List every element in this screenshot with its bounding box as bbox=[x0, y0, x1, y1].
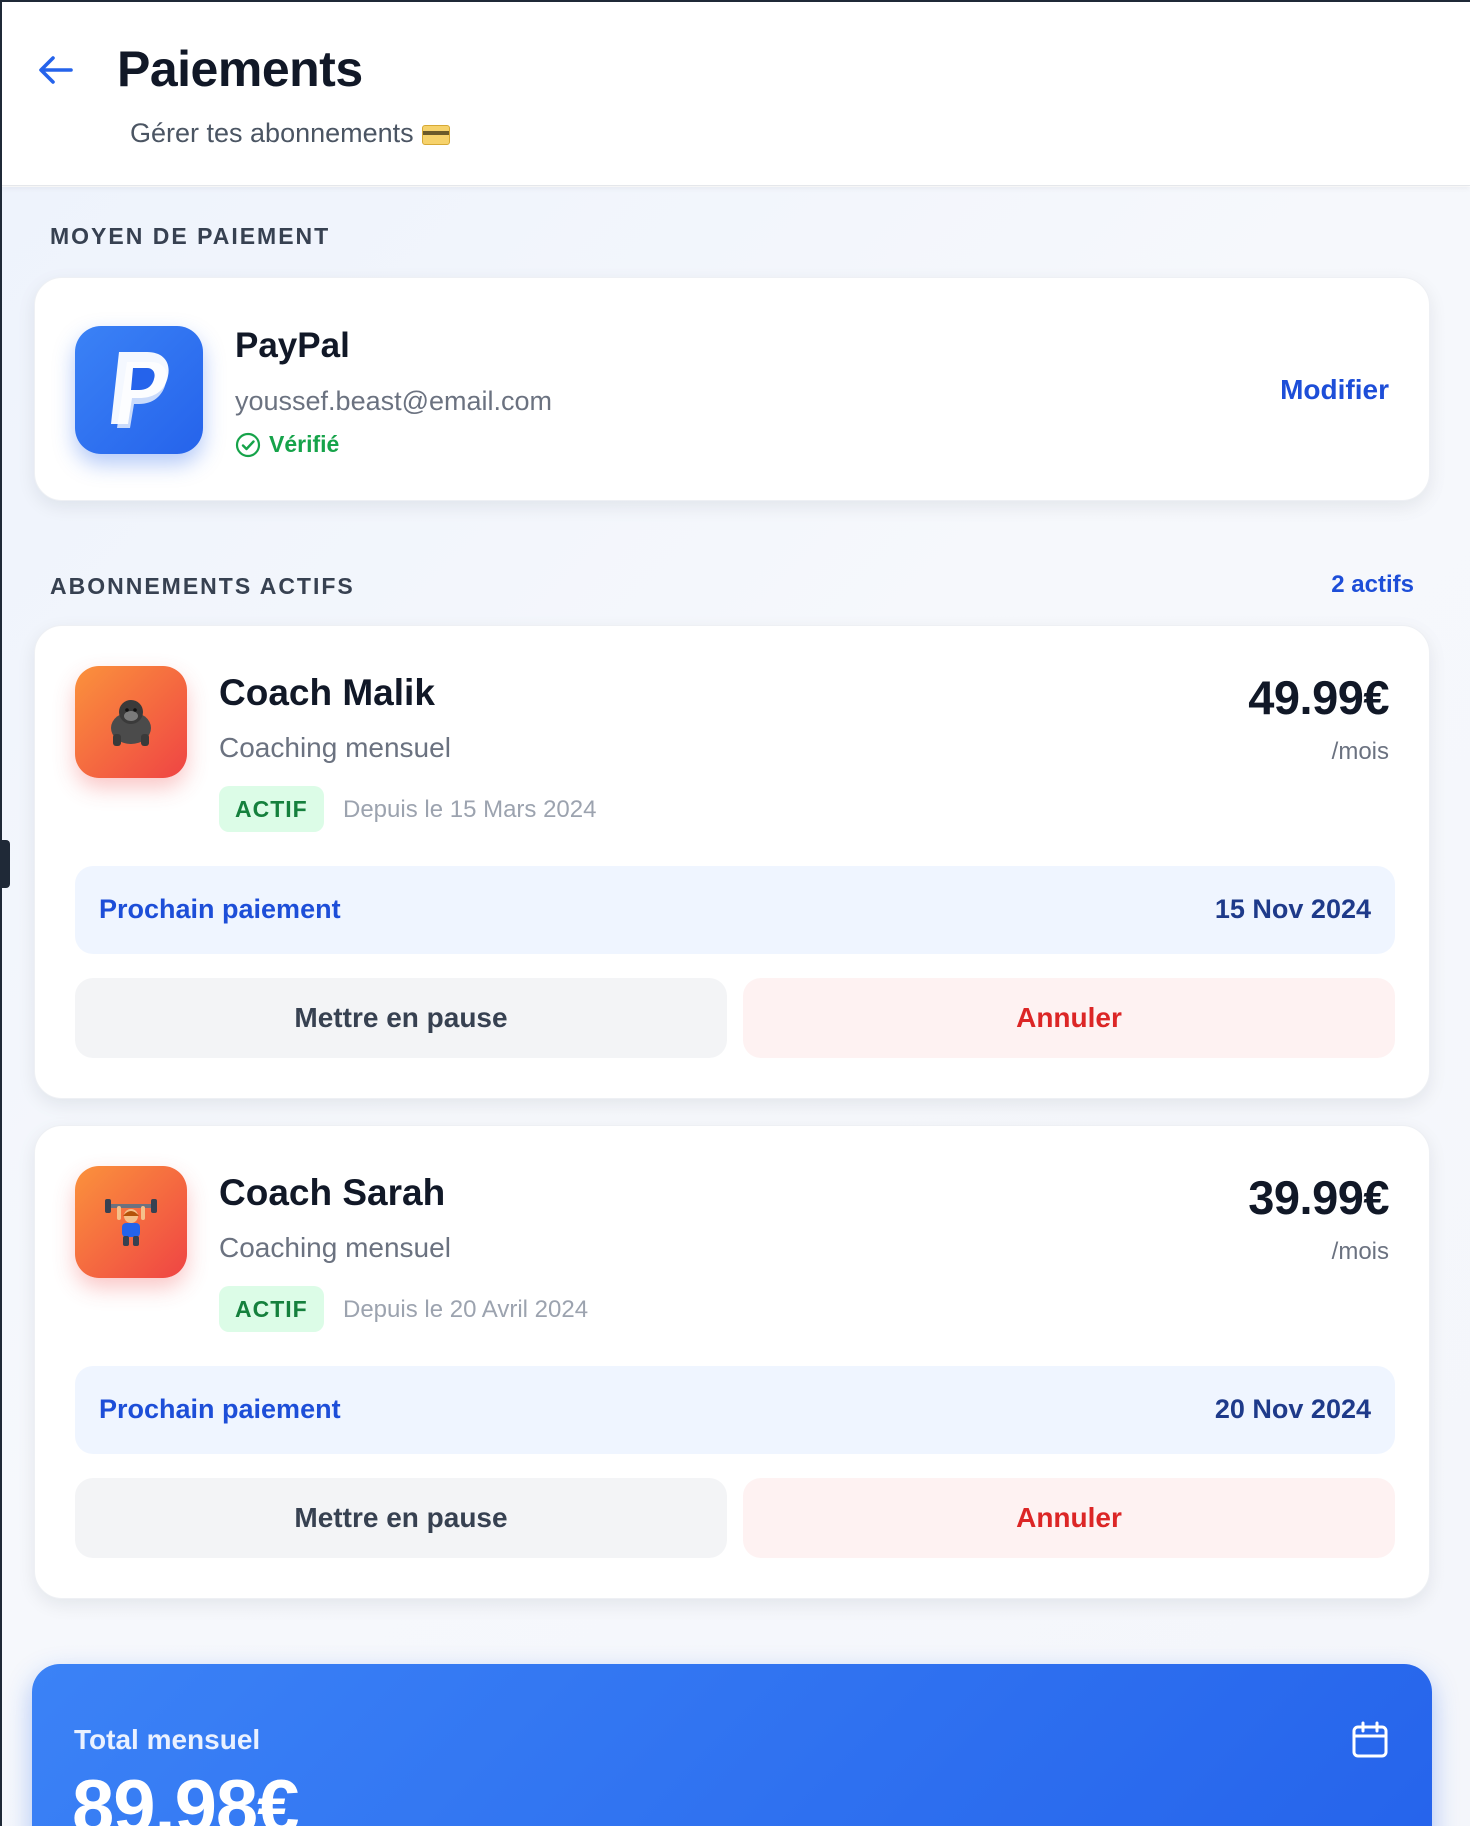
payments-screen: MOYEN DE PAIEMENT PayPal youssef.beast@e… bbox=[0, 0, 1470, 1826]
side-handle bbox=[0, 840, 10, 888]
window-frame bbox=[0, 0, 1470, 1826]
